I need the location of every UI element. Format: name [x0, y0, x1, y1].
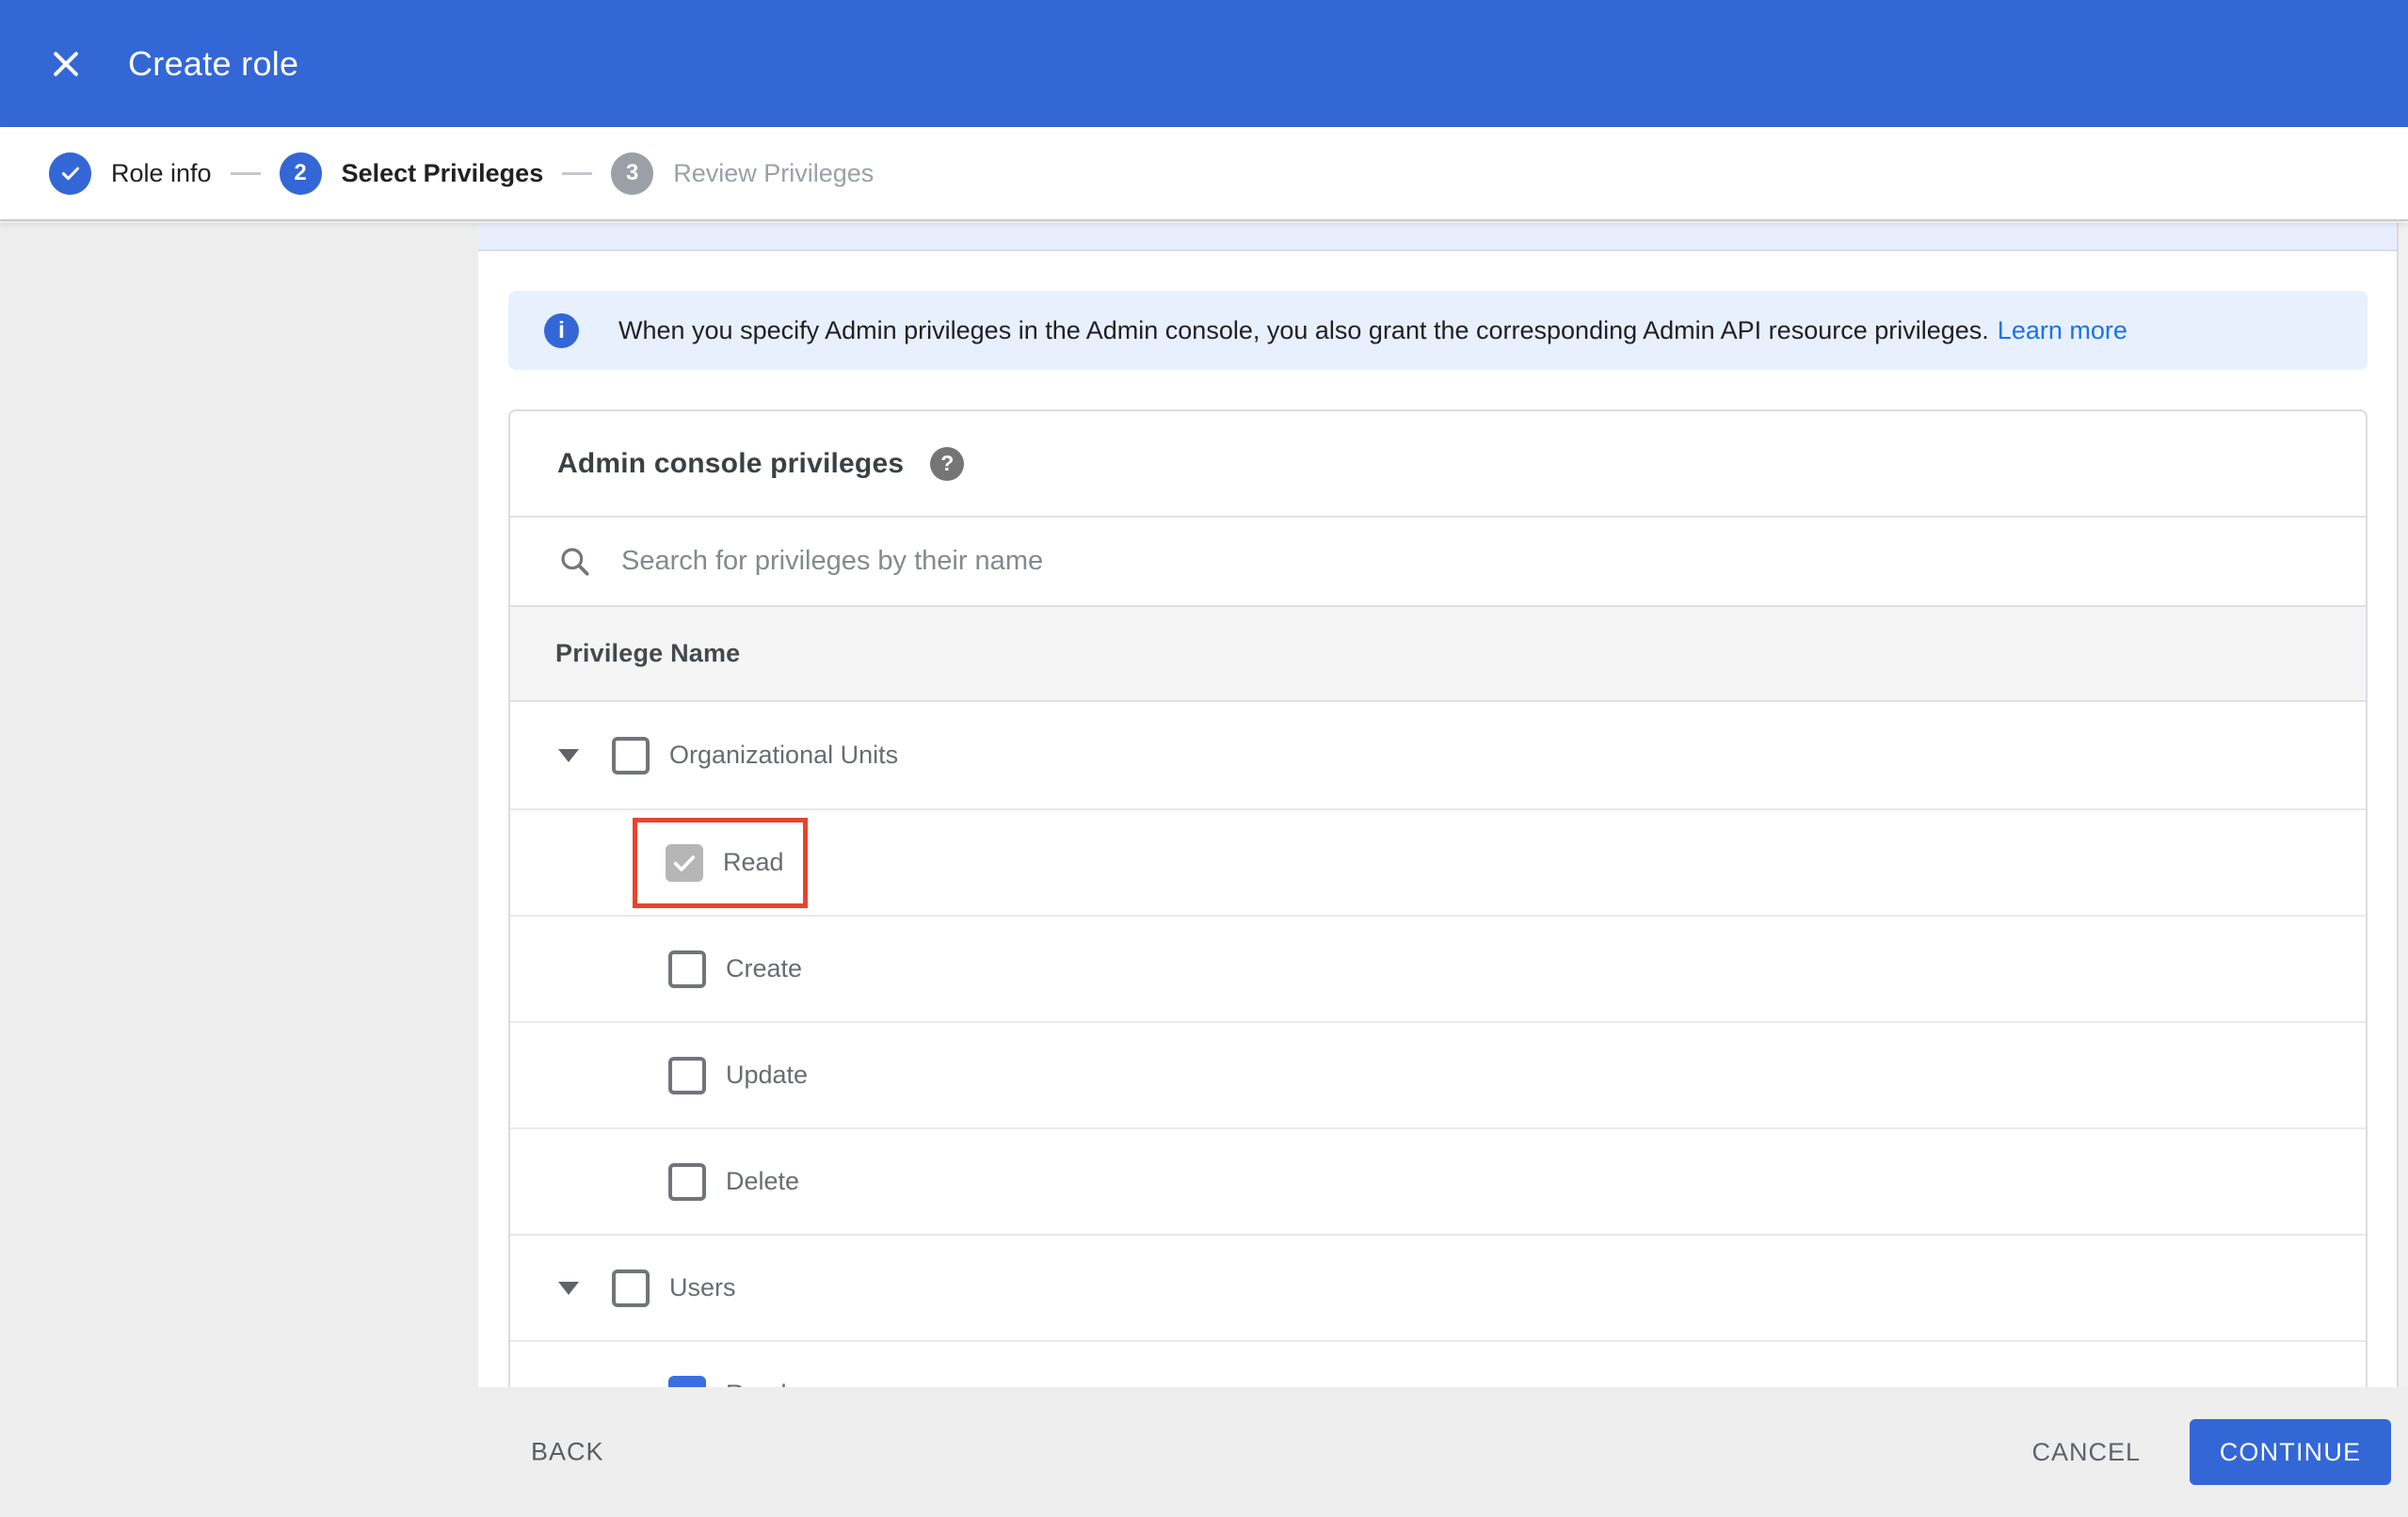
privilege-label: Update	[726, 1061, 809, 1089]
collapse-arrow-icon[interactable]	[552, 1271, 586, 1305]
step-select-privileges[interactable]: 2 Select Privileges	[279, 152, 544, 195]
search-icon	[561, 547, 589, 576]
main-area: i When you specify Admin privileges in t…	[0, 223, 2408, 1517]
step-label: Select Privileges	[341, 158, 544, 187]
privilege-label: Create	[726, 954, 803, 982]
privilege-label: Organizational Units	[669, 741, 899, 769]
check-icon	[673, 854, 696, 871]
left-sidebar	[0, 223, 478, 1517]
admin-console-privileges-card: Admin console privileges ? Privilege Nam…	[508, 409, 2368, 1448]
learn-more-link[interactable]: Learn more	[1998, 316, 2127, 345]
scrollbar-track[interactable]	[2397, 223, 2408, 1517]
target-highlight-box: Read	[633, 817, 808, 908]
info-banner-text: When you specify Admin privileges in the…	[618, 315, 1989, 344]
checkbox-organizational-units[interactable]	[612, 736, 650, 774]
privilege-label: Delete	[726, 1167, 800, 1195]
checkbox-delete[interactable]	[668, 1162, 706, 1201]
footer-actions: CANCEL CONTINUE	[2031, 1419, 2391, 1485]
step-role-info[interactable]: Role info	[49, 152, 212, 195]
checkbox-create[interactable]	[668, 950, 706, 988]
close-button[interactable]	[43, 41, 88, 87]
privilege-row-users: Users	[510, 1234, 2366, 1340]
card-title-row: Admin console privileges ?	[510, 411, 2366, 516]
help-icon[interactable]: ?	[930, 446, 965, 481]
step-number-circle: 2	[279, 152, 322, 195]
cancel-button[interactable]: CANCEL	[2031, 1438, 2141, 1467]
privilege-row-organizational-units: Organizational Units	[510, 702, 2366, 808]
step-connector	[230, 171, 261, 175]
checkbox-update[interactable]	[668, 1056, 706, 1094]
privilege-label: Users	[669, 1273, 736, 1301]
scrolled-banner-remnant	[478, 223, 2397, 251]
privilege-label: Read	[723, 848, 784, 876]
privilege-row-read: Read	[510, 808, 2366, 915]
dialog-title: Create role	[128, 43, 299, 83]
content-scroll-area: i When you specify Admin privileges in t…	[478, 223, 2408, 1517]
continue-button[interactable]: CONTINUE	[2190, 1419, 2391, 1485]
info-icon: i	[544, 312, 579, 348]
check-icon	[61, 167, 79, 181]
step-label: Role info	[111, 158, 212, 187]
column-header-privilege-name: Privilege Name	[510, 605, 2366, 702]
checkbox-users[interactable]	[612, 1269, 650, 1307]
privilege-row-create: Create	[510, 915, 2366, 1021]
privilege-row-update: Update	[510, 1021, 2366, 1127]
app-bar: Create role	[0, 0, 2408, 127]
stepper: Role info 2 Select Privileges 3 Review P…	[0, 127, 2408, 221]
step-connector	[562, 171, 593, 175]
back-button[interactable]: BACK	[531, 1438, 604, 1467]
privilege-row-delete: Delete	[510, 1127, 2366, 1234]
step-completed-circle	[49, 152, 91, 195]
step-number-circle: 3	[611, 152, 654, 195]
collapse-arrow-icon[interactable]	[552, 739, 586, 773]
info-banner: i When you specify Admin privileges in t…	[508, 291, 2368, 370]
step-label: Review Privileges	[673, 158, 875, 187]
privilege-rows: Organizational Units Read Create Update …	[510, 702, 2366, 1446]
checkbox-read[interactable]	[666, 843, 703, 882]
card-title: Admin console privileges	[557, 447, 905, 479]
footer-bar: BACK CANCEL CONTINUE	[0, 1387, 2408, 1517]
close-icon	[54, 51, 78, 76]
search-input[interactable]	[619, 545, 2366, 578]
search-row	[510, 516, 2366, 605]
step-review-privileges[interactable]: 3 Review Privileges	[611, 152, 874, 195]
